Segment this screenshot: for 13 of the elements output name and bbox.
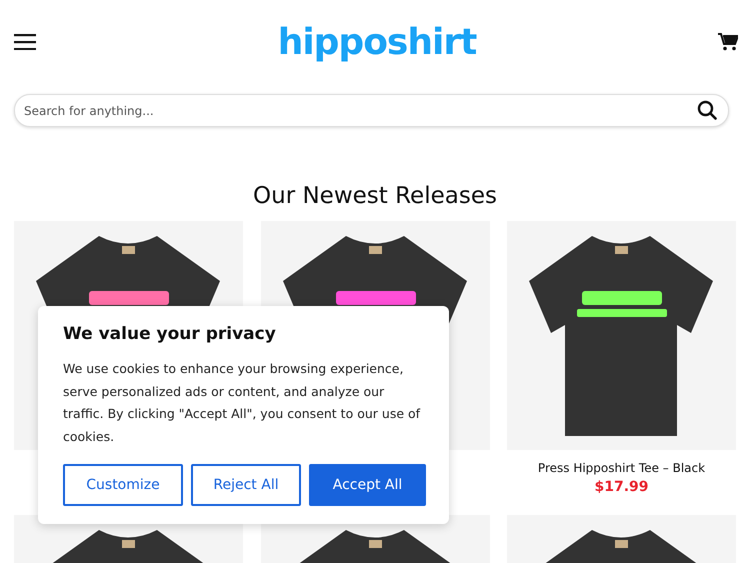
section-title: Our Newest Releases	[252, 183, 498, 209]
product-title[interactable]: Press Hipposhirt Tee – Black	[538, 461, 706, 475]
cart-icon[interactable]	[718, 33, 738, 51]
cookie-button[interactable]: Reject All	[191, 464, 301, 506]
cookie-text: We use cookies to enhance your browsing experience, serve personalized ads or content, and analyze our traffic. By clicking "Accept All", you consent to our use of cookies.	[63, 360, 422, 446]
cookie-button[interactable]: Customize	[63, 464, 183, 506]
product-price: $17.99	[594, 479, 649, 495]
search-field[interactable]: Search for anything...	[14, 94, 729, 127]
cookie-title: We value your privacy	[63, 324, 277, 344]
site-logo[interactable]: hipposhirt	[278, 22, 476, 62]
search-icon[interactable]	[697, 100, 717, 120]
cookie-button[interactable]: Accept All	[309, 464, 426, 506]
menu-icon[interactable]	[14, 34, 36, 50]
